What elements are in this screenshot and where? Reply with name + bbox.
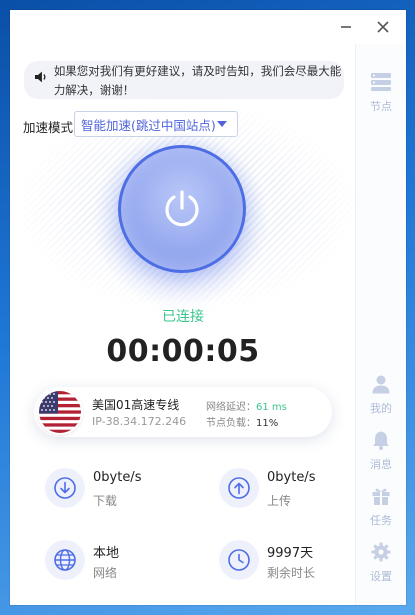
server-ip: IP-38.34.172.246 [92, 415, 187, 428]
remaining-value: 9997天 [267, 546, 314, 561]
clock-icon [219, 540, 259, 580]
power-icon [165, 190, 199, 227]
power-button[interactable] [118, 145, 246, 273]
remaining-tile: 9997天 剩余时长 [219, 536, 369, 588]
latency-value: 61 ms [256, 402, 287, 413]
upload-icon [219, 468, 259, 508]
dropdown-arrow-icon [217, 121, 227, 127]
close-icon [377, 21, 389, 33]
download-label: 下载 [93, 494, 118, 508]
notice-bar: 如果您对我们有更好建议，请及时告知，我们会尽最大能力解决，谢谢！ [24, 61, 344, 99]
gear-icon [371, 542, 391, 562]
sidebar-label-settings: 设置 [370, 570, 392, 583]
sidebar-label-me: 我的 [370, 402, 392, 415]
server-name: 美国01高速专线 [92, 398, 180, 412]
load-value: 11% [256, 418, 279, 429]
server-list-icon [371, 73, 391, 91]
remaining-label: 剩余时长 [267, 566, 316, 580]
upload-label: 上传 [267, 494, 292, 508]
mode-label: 加速模式 [23, 120, 74, 135]
user-icon [372, 375, 390, 394]
connection-timer: 00:00:05 [106, 334, 260, 369]
download-speed: 0byte/s [93, 470, 142, 485]
sidebar-label-tasks: 任务 [370, 514, 392, 527]
load-label: 节点负载： [206, 418, 256, 429]
main-panel: 如果您对我们有更好建议，请及时告知，我们会尽最大能力解决，谢谢！ 加速模式 智能… [10, 44, 356, 605]
network-value: 本地 [93, 546, 120, 561]
minimize-icon [341, 26, 351, 28]
gift-icon [372, 488, 390, 505]
sidebar-label-nodes: 节点 [370, 100, 392, 113]
download-tile: 0byte/s 下载 [45, 464, 195, 516]
sidebar-label-messages: 消息 [370, 458, 392, 471]
app-window: 如果您对我们有更好建议，请及时告知，我们会尽最大能力解决，谢谢！ 加速模式 智能… [10, 10, 406, 605]
sidebar-item-nodes[interactable]: 节点 [356, 72, 406, 114]
network-tile: 本地 网络 [45, 536, 195, 588]
sidebar-item-messages[interactable]: 消息 [356, 430, 406, 472]
us-flag-icon [39, 391, 81, 433]
download-icon [45, 468, 85, 508]
close-button[interactable] [372, 16, 394, 38]
upload-tile: 0byte/s 上传 [219, 464, 369, 516]
connection-status: 已连接 [162, 309, 204, 325]
notice-text: 如果您对我们有更好建议，请及时告知，我们会尽最大能力解决，谢谢！ [53, 64, 342, 97]
bell-icon [373, 431, 389, 450]
sidebar-item-settings[interactable]: 设置 [356, 542, 406, 584]
sidebar: 节点 我的 消息 任务 设置 [355, 44, 406, 605]
server-card[interactable]: 美国01高速专线 IP-38.34.172.246 网络延迟：61 ms 节点负… [34, 387, 332, 437]
sidebar-item-tasks[interactable]: 任务 [356, 486, 406, 528]
title-bar [10, 10, 406, 44]
minimize-button[interactable] [335, 16, 357, 38]
latency-stat: 网络延迟：61 ms [206, 398, 287, 413]
globe-icon [45, 540, 85, 580]
load-stat: 节点负载：11% [206, 414, 278, 429]
sidebar-item-me[interactable]: 我的 [356, 374, 406, 416]
network-label: 网络 [93, 566, 118, 580]
latency-label: 网络延迟： [206, 402, 256, 413]
speaker-icon [34, 71, 46, 83]
upload-speed: 0byte/s [267, 470, 316, 485]
